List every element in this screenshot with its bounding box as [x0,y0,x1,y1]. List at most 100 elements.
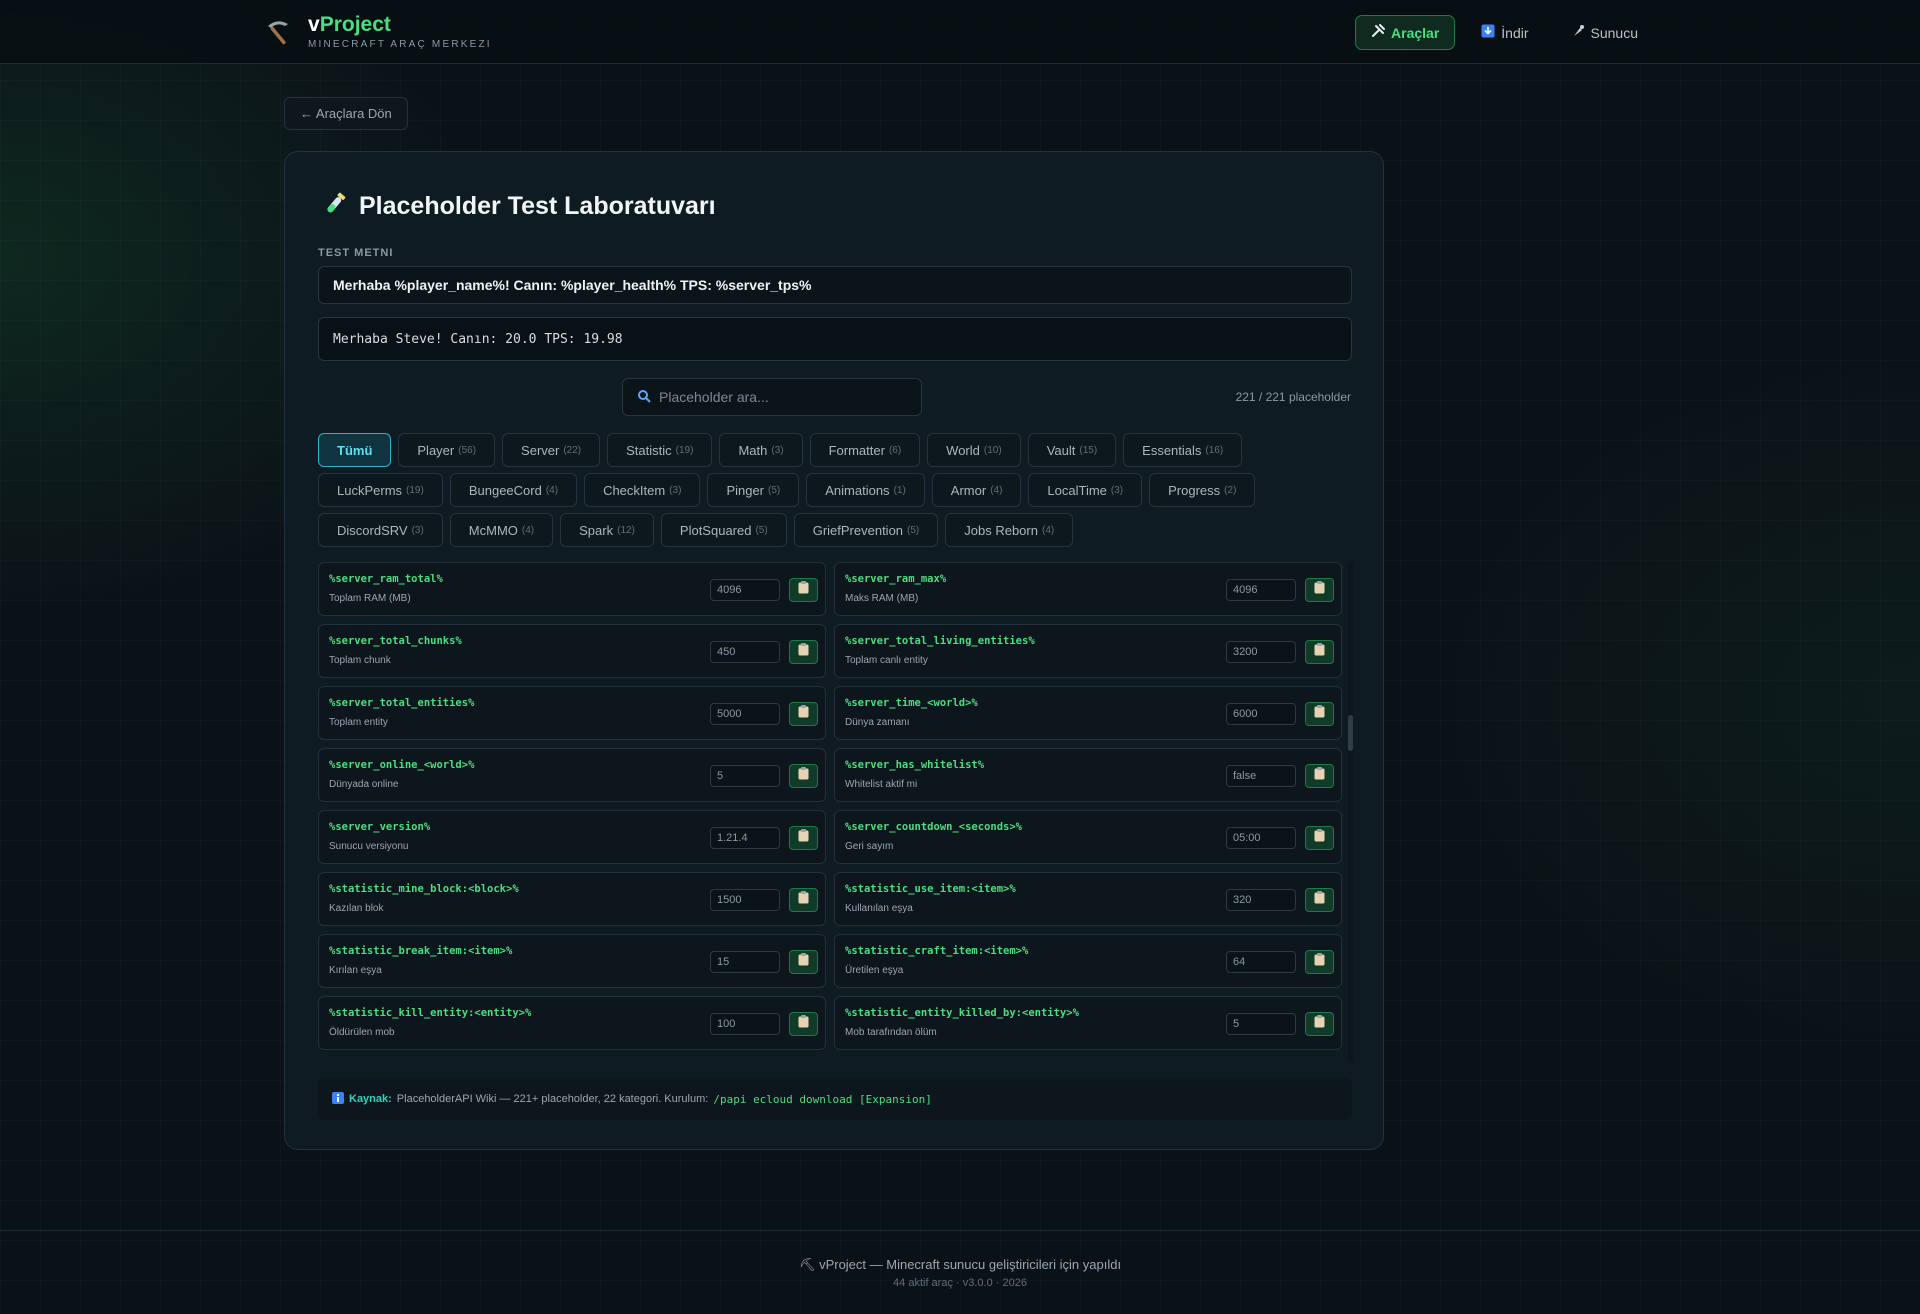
placeholder-description: Kazılan blok [329,903,384,914]
chip-label: Spark [579,522,614,538]
placeholder-description: Toplam RAM (MB) [329,593,411,604]
placeholder-card: %server_has_whitelist% Whitelist aktif mi… [834,748,1342,802]
copy-button[interactable] [1305,826,1334,850]
category-chip-pinger[interactable]: Pinger (5) [707,473,800,507]
brand[interactable]: vProject MINECRAFT ARAÇ MERKEZI [262,13,492,50]
copy-button[interactable] [789,1012,818,1036]
copy-button[interactable] [1305,1012,1334,1036]
placeholder-value-input[interactable]: 05:00 [1226,827,1296,849]
placeholder-key: %statistic_entity_killed_by:<entity>% [845,1007,1079,1019]
placeholder-key: %server_total_chunks% [329,635,462,647]
copy-button[interactable] [789,578,818,602]
placeholder-card: %server_time_<world>% Dünya zamanı 6000 [834,686,1342,740]
category-chip-player[interactable]: Player (56) [398,433,496,467]
placeholder-description: Toplam chunk [329,655,391,666]
copy-button[interactable] [789,888,818,912]
chip-label: LocalTime [1047,482,1107,498]
copy-button[interactable] [789,826,818,850]
placeholder-value-input[interactable]: false [1226,765,1296,787]
test-text-input[interactable]: Merhaba %player_name%! Canın: %player_he… [318,266,1352,304]
category-chip-bungeecord[interactable]: BungeeCord (4) [449,473,578,507]
copy-button[interactable] [789,764,818,788]
placeholder-card: %server_ram_total% Toplam RAM (MB) 4096 [318,562,826,616]
placeholder-card: %statistic_kill_entity:<entity>% Öldürüle… [318,996,826,1050]
placeholder-value-input[interactable]: 450 [710,641,780,663]
back-to-tools-button[interactable]: ← Araçlara Dön [284,97,408,130]
chip-count: (6) [888,444,902,456]
placeholder-value-input[interactable]: 15 [710,951,780,973]
category-chip-luckperms[interactable]: LuckPerms (19) [318,473,443,507]
nav-download[interactable]: İndir [1465,15,1544,50]
category-chip-localtime[interactable]: LocalTime (3) [1028,473,1143,507]
placeholder-value-input[interactable]: 4096 [710,579,780,601]
placeholder-value-input[interactable]: 4096 [1226,579,1296,601]
placeholder-value-input[interactable]: 1500 [710,889,780,911]
chip-count: (16) [1205,444,1224,456]
category-chip-plotsquared[interactable]: PlotSquared (5) [660,513,787,547]
nav-server[interactable]: Sunucu [1555,15,1654,50]
category-chip-armor[interactable]: Armor (4) [931,473,1022,507]
placeholder-value-input[interactable]: 5000 [710,703,780,725]
placeholder-list: %server_ram_total% Toplam RAM (MB) 4096 %se… [318,562,1352,1062]
placeholder-search-input[interactable]: Placeholder ara... [622,378,922,416]
info-icon [332,1091,344,1107]
copy-button[interactable] [789,702,818,726]
category-chip-vault[interactable]: Vault (15) [1027,433,1117,467]
chip-count: (19) [406,484,424,496]
list-scrollbar[interactable] [1348,562,1353,1062]
chip-label: PlotSquared [679,522,752,538]
tools-icon [1371,24,1386,41]
placeholder-value-input[interactable]: 5 [710,765,780,787]
chip-label: World [946,442,980,458]
category-chip-mcmmo[interactable]: McMMO (4) [449,513,554,547]
category-chip-checkitem[interactable]: CheckItem (3) [584,473,701,507]
copy-button[interactable] [1305,702,1334,726]
nav-tools[interactable]: Araçlar [1355,15,1456,50]
category-chip-math[interactable]: Math (3) [719,433,803,467]
placeholder-card: %server_ram_max% Maks RAM (MB) 4096 [834,562,1342,616]
placeholder-value-input[interactable]: 1.21.4 [710,827,780,849]
category-chip-griefprevention[interactable]: GriefPrevention (5) [793,513,939,547]
placeholder-card: %statistic_mine_block:<block>% Kazılan bl… [318,872,826,926]
search-icon [637,389,651,406]
copy-button[interactable] [1305,764,1334,788]
category-chip-progress[interactable]: Progress (2) [1149,473,1256,507]
placeholder-value-input[interactable]: 6000 [1226,703,1296,725]
placeholder-value-input[interactable]: 5 [1226,1013,1296,1035]
chip-label: Math [738,442,768,458]
placeholder-value-input[interactable]: 3200 [1226,641,1296,663]
clipboard-icon [798,643,809,661]
chip-label: Animations [825,482,890,498]
category-chip-t-m-[interactable]: Tümü [318,433,392,467]
category-chip-jobs-reborn[interactable]: Jobs Reborn (4) [945,513,1074,547]
chip-count: (10) [983,444,1002,456]
category-chip-statistic[interactable]: Statistic (19) [607,433,713,467]
placeholder-counter: 221 / 221 placeholder [1235,390,1351,404]
category-chip-spark[interactable]: Spark (12) [560,513,654,547]
placeholder-value-input[interactable]: 64 [1226,951,1296,973]
chip-count: (4) [521,524,535,536]
test-text-label: TEST METNI [318,247,394,259]
placeholder-value-input[interactable]: 100 [710,1013,780,1035]
copy-button[interactable] [1305,888,1334,912]
category-chip-formatter[interactable]: Formatter (6) [809,433,921,467]
placeholder-value-input[interactable]: 320 [1226,889,1296,911]
chip-count: (3) [1110,484,1124,496]
category-chip-discordsrv[interactable]: DiscordSRV (3) [318,513,443,547]
placeholder-description: Mob tarafından ölüm [845,1027,937,1038]
copy-button[interactable] [789,950,818,974]
category-chip-animations[interactable]: Animations (1) [806,473,925,507]
category-chip-world[interactable]: World (10) [927,433,1021,467]
copy-button[interactable] [1305,950,1334,974]
placeholder-key: %server_ram_total% [329,573,443,585]
copy-button[interactable] [1305,578,1334,602]
clipboard-icon [1314,891,1325,909]
copy-button[interactable] [1305,640,1334,664]
category-chip-server[interactable]: Server (22) [502,433,601,467]
placeholder-key: %server_ram_max% [845,573,947,585]
category-chip-essentials[interactable]: Essentials (16) [1123,433,1243,467]
copy-button[interactable] [789,640,818,664]
pickaxe-icon: ⛏ [798,1257,820,1272]
placeholder-description: Üretilen eşya [845,965,904,976]
scrollbar-thumb[interactable] [1348,715,1353,751]
